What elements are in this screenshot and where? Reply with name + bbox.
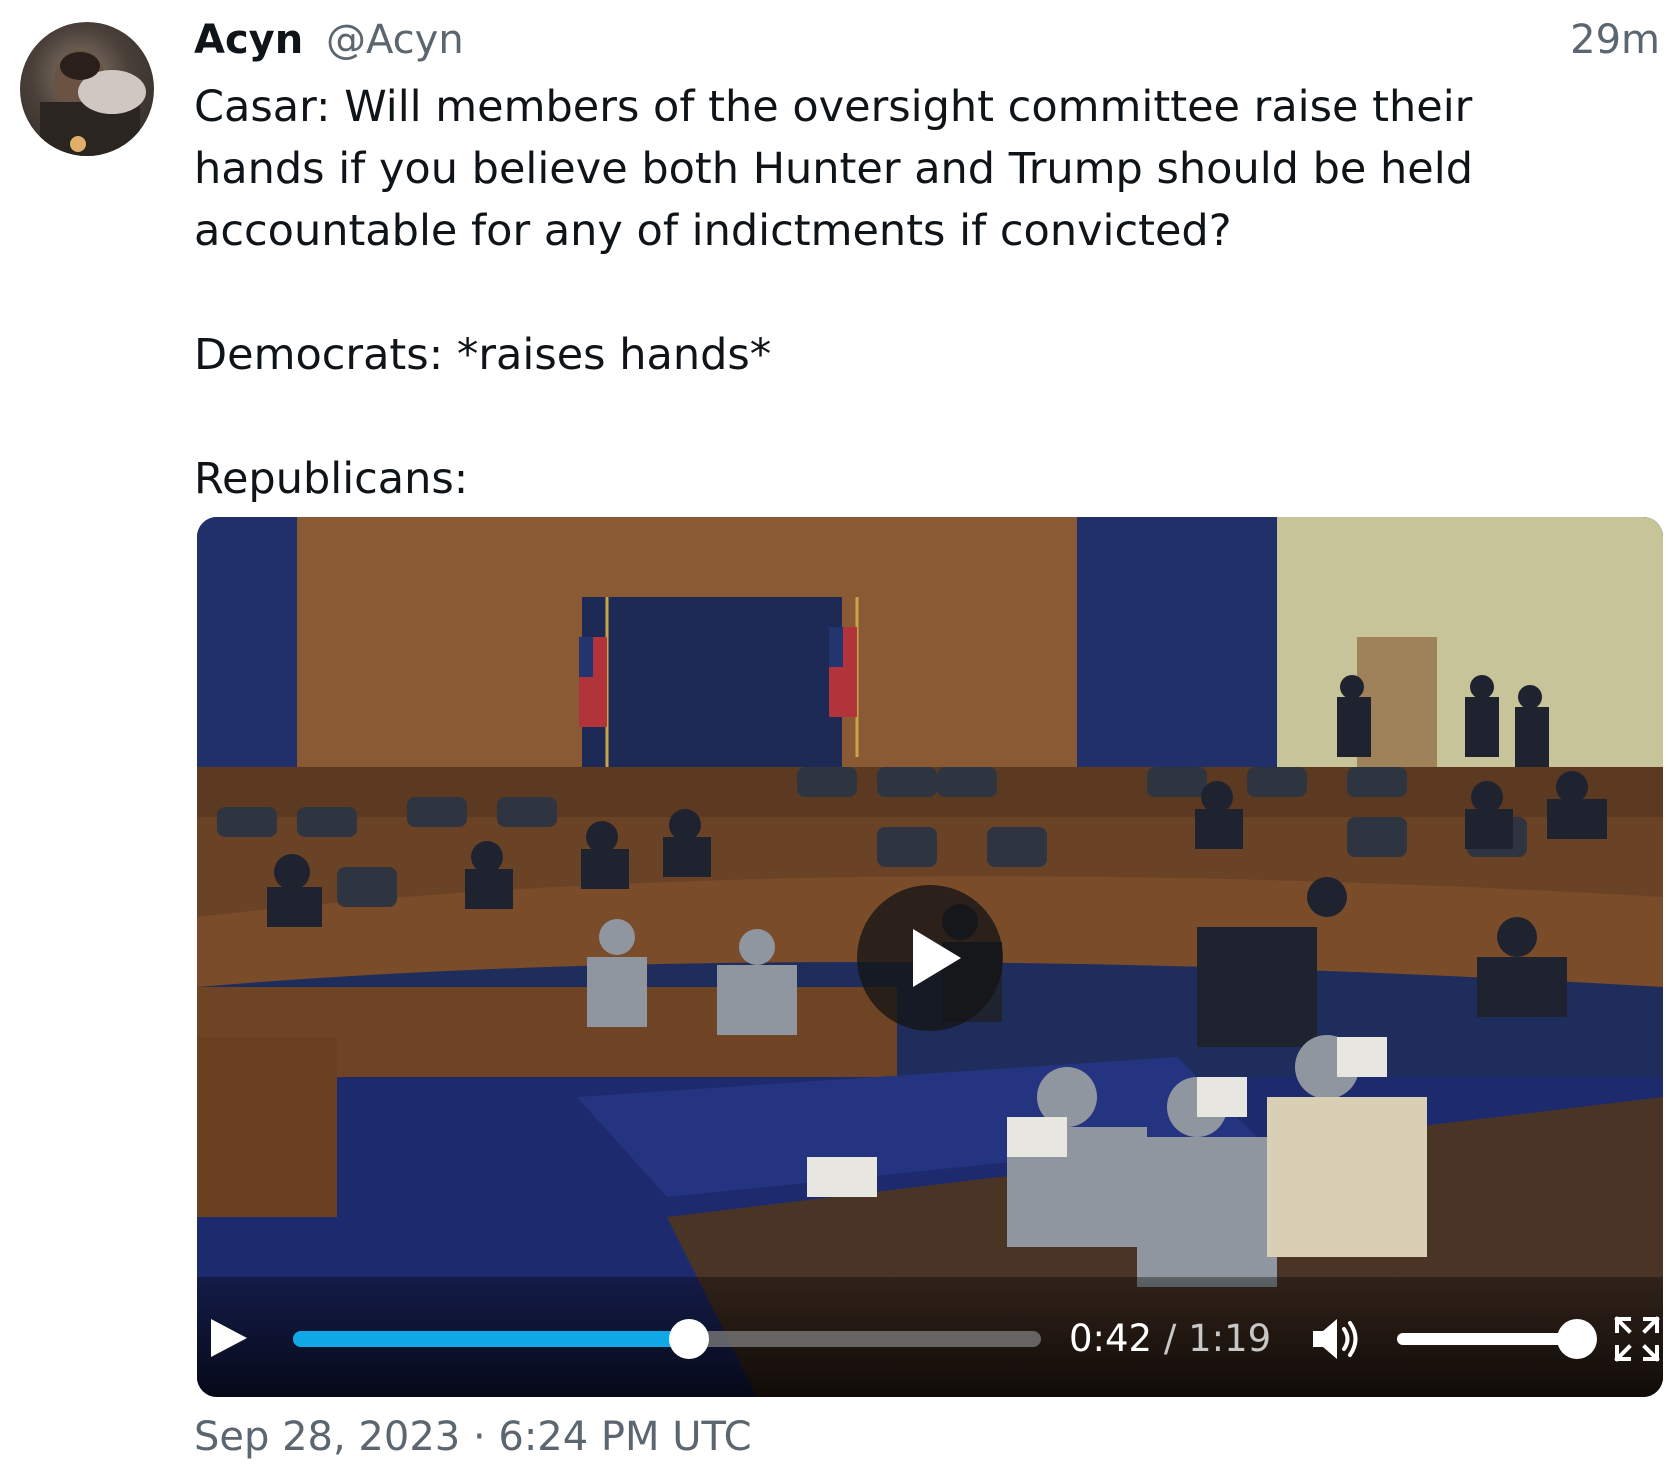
- tweet-date[interactable]: Sep 28, 2023 · 6:24 PM UTC: [194, 1412, 752, 1462]
- volume-thumb[interactable]: [1557, 1319, 1597, 1359]
- volume-fill: [1397, 1333, 1577, 1345]
- relative-time[interactable]: 29m: [1570, 14, 1660, 66]
- duration: 1:19: [1188, 1317, 1272, 1360]
- big-play-icon: [913, 929, 961, 987]
- current-time: 0:42: [1069, 1317, 1153, 1360]
- big-play-button[interactable]: [857, 885, 1003, 1031]
- play-icon[interactable]: [205, 1315, 251, 1361]
- avatar-image: [40, 50, 146, 156]
- tweet-text: Casar: Will members of the oversight com…: [194, 82, 1473, 504]
- timecode: 0:42 / 1:19: [1069, 1317, 1271, 1361]
- video-controls: 0:42 / 1:19: [197, 1277, 1663, 1397]
- progress-fill: [293, 1331, 690, 1347]
- author-name[interactable]: Acyn: [194, 14, 303, 66]
- progress-thumb[interactable]: [669, 1319, 710, 1359]
- video-player[interactable]: 0:42 / 1:19: [197, 517, 1663, 1397]
- author-handle[interactable]: @Acyn: [326, 14, 464, 66]
- author-avatar[interactable]: [20, 22, 154, 156]
- time-separator: /: [1152, 1317, 1189, 1360]
- volume-icon[interactable]: [1309, 1313, 1365, 1365]
- volume-slider[interactable]: [1397, 1319, 1597, 1359]
- progress-bar[interactable]: [293, 1319, 1041, 1359]
- fullscreen-icon[interactable]: [1613, 1315, 1661, 1363]
